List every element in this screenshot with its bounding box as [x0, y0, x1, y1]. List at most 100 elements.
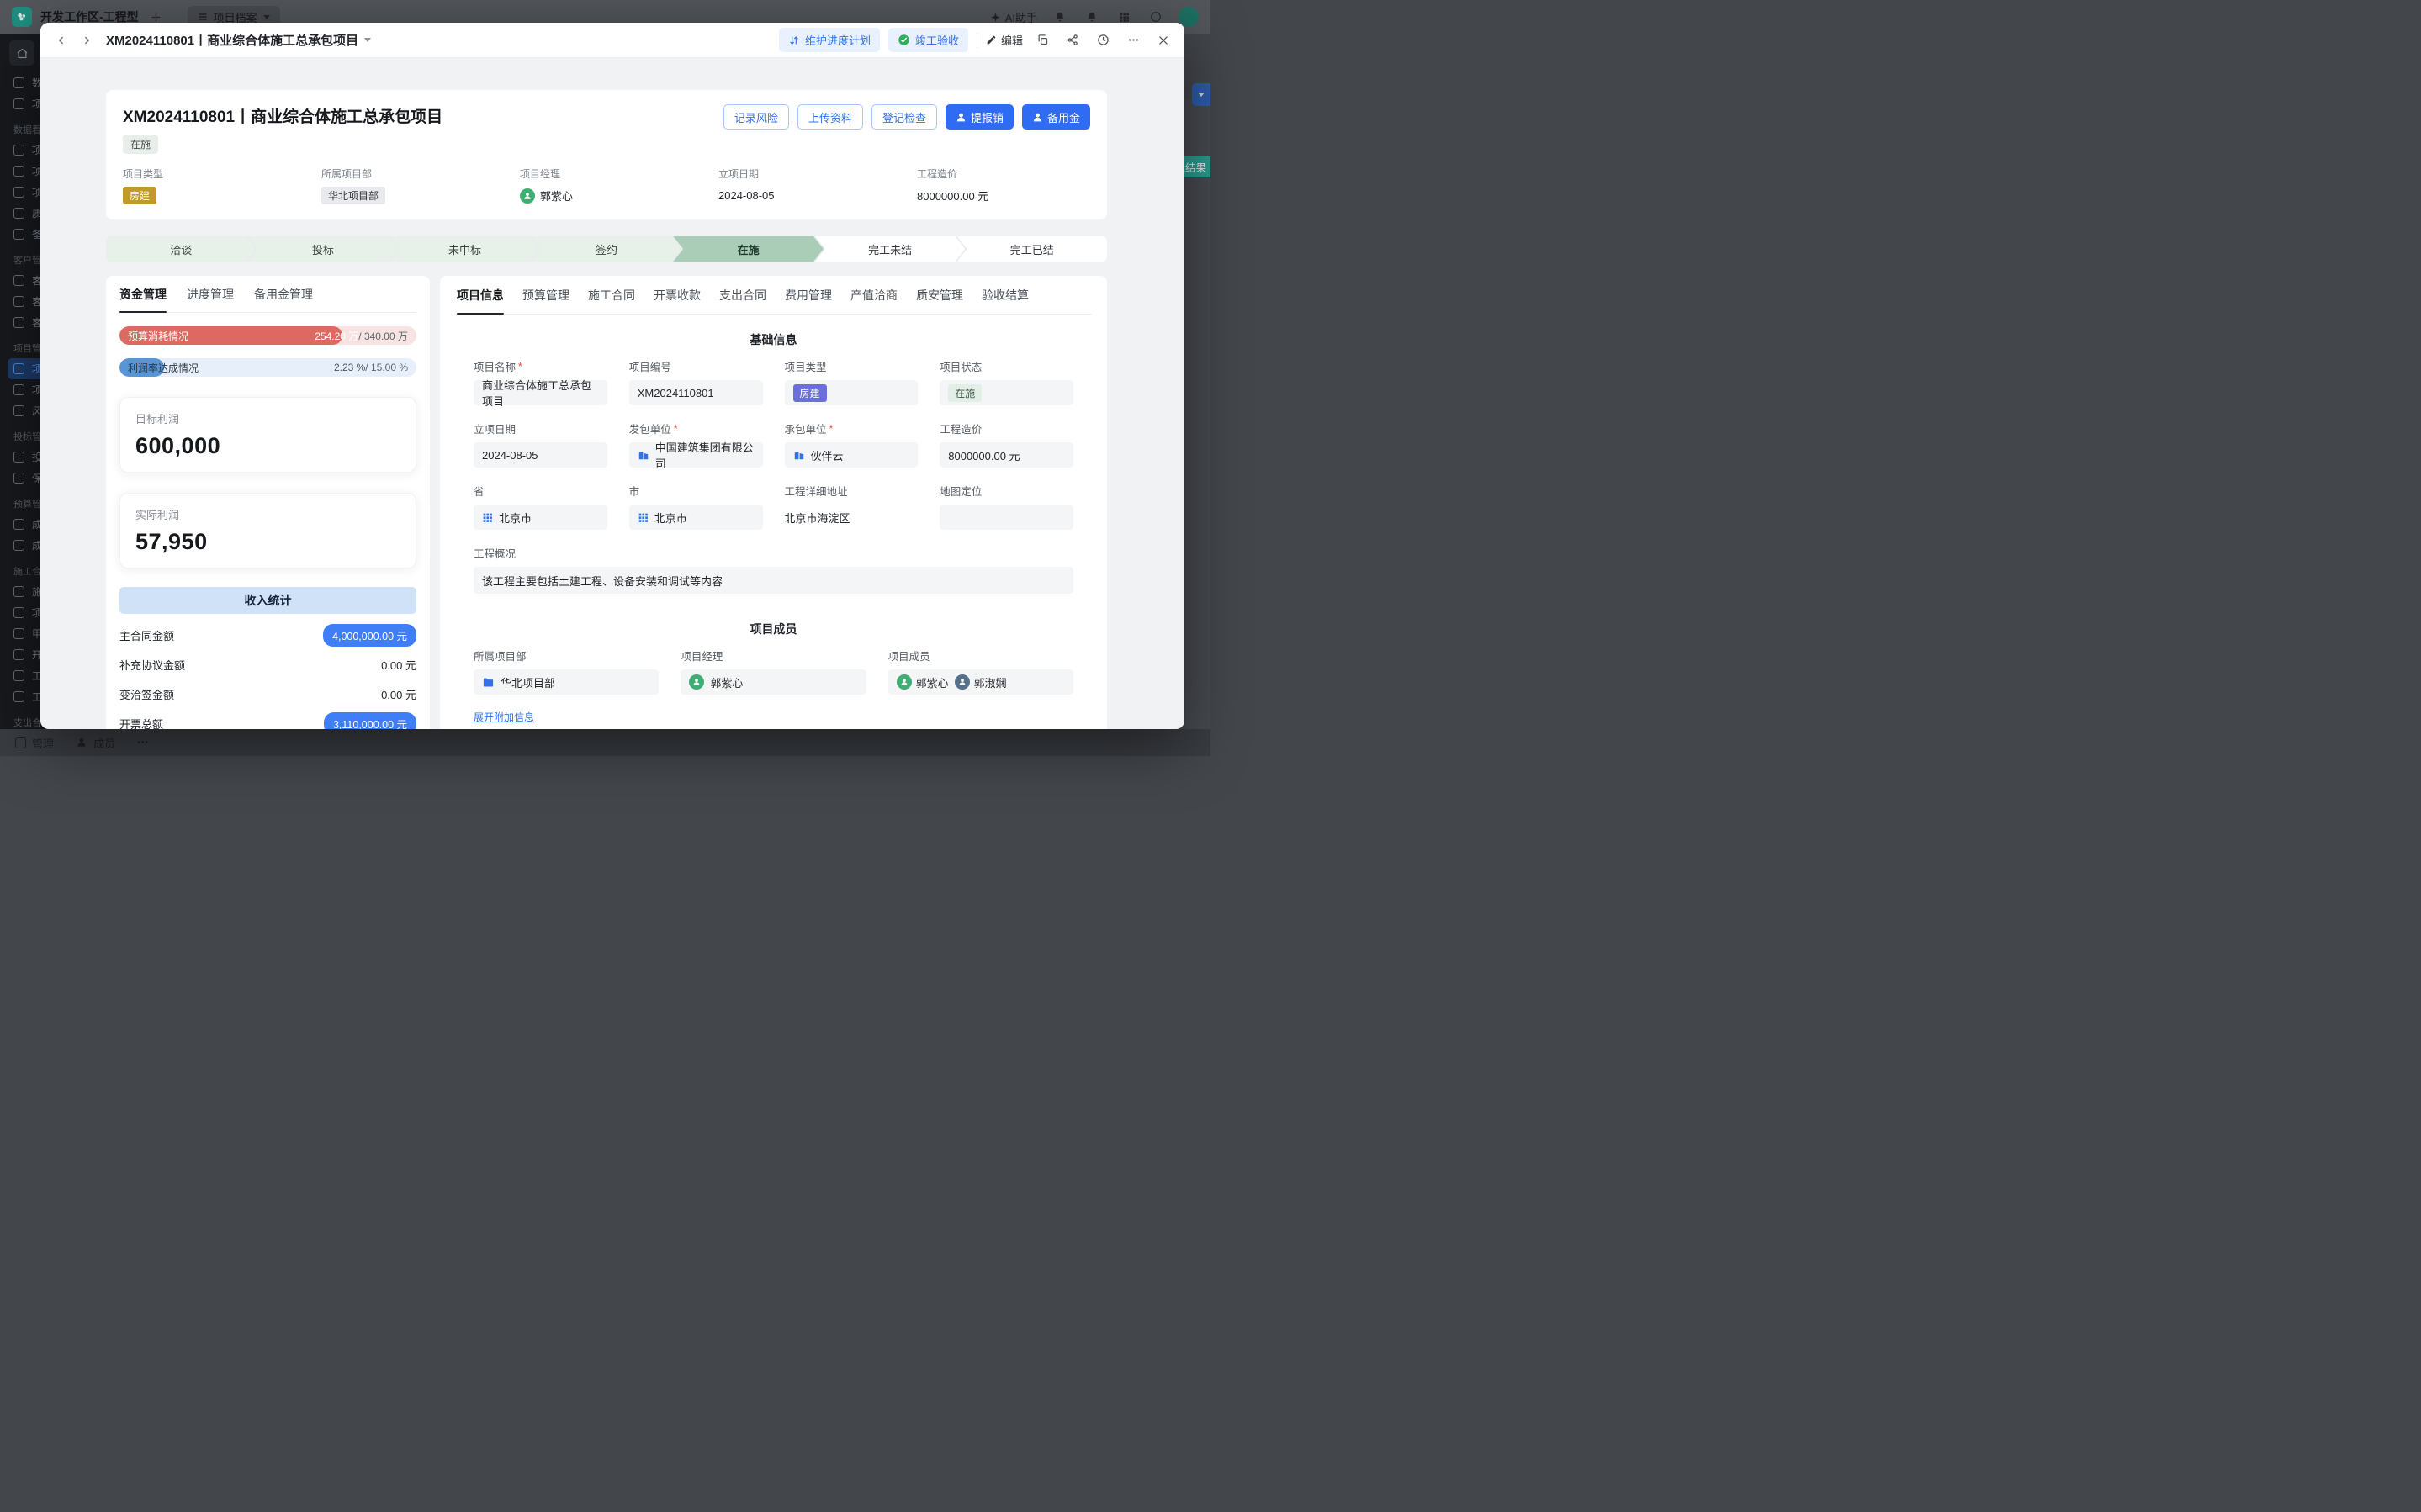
share-button[interactable]	[1062, 29, 1083, 51]
chevron-right-icon	[81, 34, 93, 46]
row-value-badge: 4,000,000.00 元	[323, 624, 416, 647]
submit-expense-button[interactable]: 提报销	[946, 104, 1014, 130]
maintain-schedule-button[interactable]: 维护进度计划	[779, 28, 880, 52]
owner-input[interactable]: 中国建筑集团有限公司	[629, 442, 763, 468]
project-type-input[interactable]: 房建	[785, 380, 919, 405]
project-status-input[interactable]: 在施	[940, 380, 1073, 405]
sidebar-item-icon	[13, 473, 24, 484]
close-modal-button[interactable]	[1152, 29, 1174, 51]
modal-title-text: XM2024110801丨商业综合体施工总承包项目	[106, 31, 358, 49]
members-button[interactable]: 成员	[76, 735, 115, 751]
more-button[interactable]: ⋯	[137, 736, 150, 749]
upload-material-button[interactable]: 上传资料	[797, 104, 863, 130]
completion-acceptance-button[interactable]: 竣工验收	[888, 28, 968, 52]
stage-step[interactable]: 完工未结	[815, 236, 966, 262]
field-value: 该工程主要包括土建工程、设备安装和调试等内容	[482, 573, 723, 589]
submit-expense-label: 提报销	[971, 109, 1004, 125]
stage-step[interactable]: 投标	[248, 236, 399, 262]
tab-quality-safety[interactable]: 质安管理	[916, 276, 963, 314]
row-label: 主合同金额	[119, 627, 174, 643]
field-project-status: 项目状态 在施	[940, 358, 1073, 420]
next-record-button[interactable]	[76, 29, 98, 51]
field-label: 项目名称	[474, 358, 607, 374]
tab-reserve-management[interactable]: 备用金管理	[254, 276, 313, 312]
sidebar-item-icon	[13, 586, 24, 597]
expand-extra-info-link[interactable]: 展开附加信息	[474, 710, 534, 724]
members-icon	[76, 737, 87, 748]
previous-record-button[interactable]	[50, 29, 72, 51]
stage-step[interactable]: 洽谈	[106, 236, 257, 262]
start-date-input[interactable]: 2024-08-05	[474, 442, 607, 468]
more-actions-button[interactable]	[1122, 29, 1144, 51]
history-button[interactable]	[1092, 29, 1114, 51]
contractor-input[interactable]: 伙伴云	[785, 442, 919, 468]
edit-button[interactable]: 编辑	[986, 32, 1023, 48]
field-value: 北京市海淀区	[785, 510, 850, 526]
field-label: 工程详细地址	[785, 483, 919, 499]
record-risk-button[interactable]: 记录风险	[723, 104, 789, 130]
stage-step[interactable]: 未中标	[389, 236, 540, 262]
stage-step[interactable]: 完工已结	[956, 236, 1107, 262]
completion-acceptance-label: 竣工验收	[915, 32, 959, 48]
tab-expense-contract[interactable]: 支出合同	[719, 276, 766, 314]
stage-step[interactable]: 在施	[673, 236, 824, 262]
project-name-input[interactable]: 商业综合体施工总承包项目	[474, 380, 607, 405]
tab-output-negotiation[interactable]: 产值洽商	[850, 276, 898, 314]
field-address: 工程详细地址 北京市海淀区	[785, 483, 919, 545]
tab-progress-management[interactable]: 进度管理	[187, 276, 234, 312]
tab-fee-management[interactable]: 费用管理	[785, 276, 832, 314]
stage-label: 未中标	[448, 241, 481, 257]
project-detail-modal: XM2024110801丨商业综合体施工总承包项目 维护进度计划 竣工验收 编辑	[40, 23, 1184, 729]
sparkle-icon	[990, 12, 1001, 23]
section-title-basic: 基础信息	[474, 331, 1073, 348]
project-summary-card: XM2024110801丨商业综合体施工总承包项目 在施 记录风险 上传资料 登…	[106, 90, 1107, 219]
member-name: 郭紫心	[916, 674, 949, 690]
list-item: 主合同金额 4,000,000.00 元	[119, 621, 416, 650]
modal-title[interactable]: XM2024110801丨商业综合体施工总承包项目	[106, 31, 371, 49]
map-location-input[interactable]	[940, 505, 1073, 530]
app-logo[interactable]	[12, 7, 32, 27]
members-input[interactable]: 郭紫心 郭淑娴	[888, 669, 1073, 695]
manager-input[interactable]: 郭紫心	[681, 669, 866, 695]
tab-construction-contract[interactable]: 施工合同	[588, 276, 635, 314]
field-city: 市 北京市	[629, 483, 763, 545]
field-label: 项目类型	[123, 167, 321, 181]
hidden-primary-button-sliver[interactable]	[1192, 83, 1210, 106]
list-item: 变洽签金额 0.00 元	[119, 679, 416, 709]
folder-icon	[482, 676, 495, 689]
stage-step[interactable]: 签约	[532, 236, 682, 262]
reserve-fund-button[interactable]: 备用金	[1022, 104, 1090, 130]
tab-funds-management[interactable]: 资金管理	[119, 276, 167, 312]
field-label: 工程概况	[474, 545, 1073, 561]
chevron-left-icon	[56, 34, 67, 46]
tab-acceptance-settlement[interactable]: 验收结算	[982, 276, 1029, 314]
field-project-name: 项目名称 商业综合体施工总承包项目	[474, 358, 607, 420]
overview-input[interactable]: 该工程主要包括土建工程、设备安装和调试等内容	[474, 567, 1073, 594]
income-statistics-button[interactable]: 收入统计	[119, 587, 416, 614]
field-value: 伙伴云	[811, 447, 844, 463]
manage-button[interactable]: 管理	[15, 735, 54, 751]
tab-invoice-receipt[interactable]: 开票收款	[654, 276, 701, 314]
field-label: 项目成员	[888, 648, 1073, 663]
background-table-sliver	[1185, 99, 1210, 729]
field-label: 所属项目部	[321, 167, 520, 181]
cost-input[interactable]: 8000000.00 元	[940, 442, 1073, 468]
copy-button[interactable]	[1031, 29, 1053, 51]
user-avatar[interactable]	[1179, 7, 1199, 27]
city-input[interactable]: 北京市	[629, 505, 763, 530]
department-input[interactable]: 华北项目部	[474, 669, 659, 695]
share-icon	[1067, 34, 1079, 46]
register-inspection-button[interactable]: 登记检查	[871, 104, 937, 130]
sidebar-home-button[interactable]	[9, 40, 34, 66]
tab-project-info[interactable]: 项目信息	[457, 276, 504, 314]
project-no-input[interactable]: XM2024110801	[629, 380, 763, 405]
province-input[interactable]: 北京市	[474, 505, 607, 530]
sidebar-item-icon	[13, 296, 24, 307]
field-label: 项目经理	[520, 167, 718, 181]
field-cost: 工程造价 8000000.00 元	[940, 420, 1073, 483]
field-label: 项目编号	[629, 358, 763, 374]
project-status-tag: 在施	[123, 135, 158, 154]
tab-budget[interactable]: 预算管理	[522, 276, 569, 314]
stage-label: 完工未结	[868, 241, 912, 257]
field-value: 中国建筑集团有限公司	[655, 439, 755, 471]
